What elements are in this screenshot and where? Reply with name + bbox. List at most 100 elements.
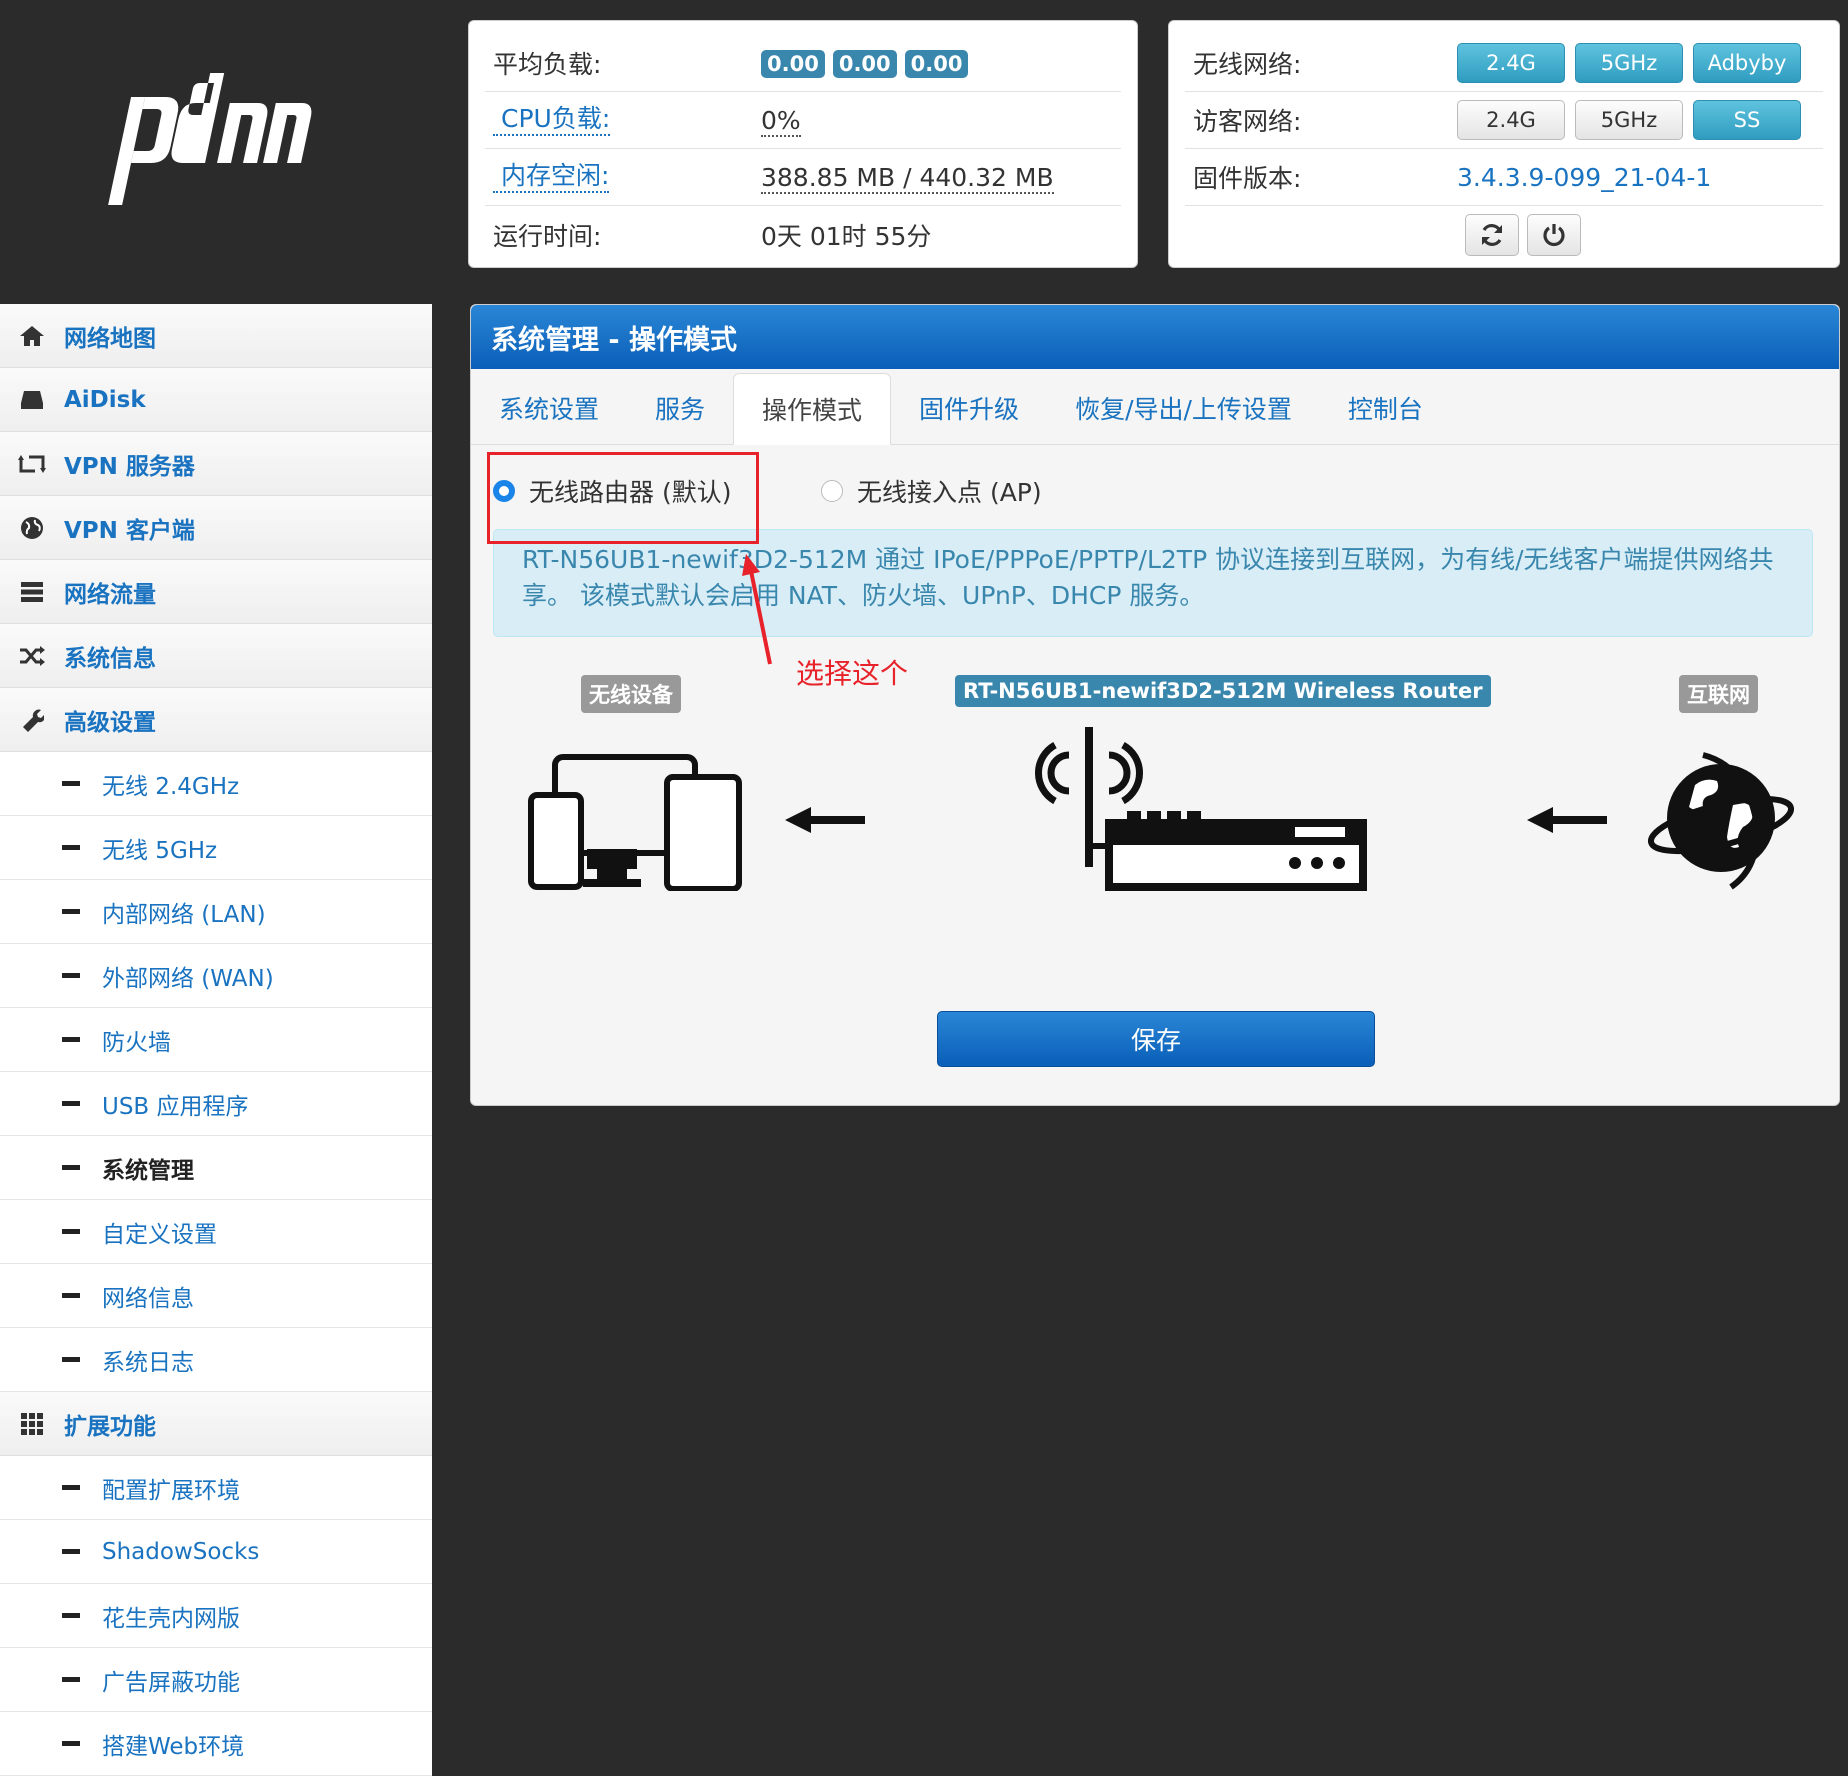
refresh-button[interactable]: [1465, 213, 1519, 256]
power-button[interactable]: [1527, 213, 1581, 256]
sidebar-item-network-map[interactable]: 网络地图: [0, 304, 432, 368]
router-tag: RT-N56UB1-newif3D2-512M Wireless Router: [955, 675, 1491, 707]
globe-icon: [0, 516, 64, 540]
wireless-5g-button[interactable]: 5GHz: [1575, 43, 1683, 83]
wrench-icon: [0, 708, 64, 732]
sidebar-sub-label: 防火墙: [102, 1029, 171, 1056]
sidebar-sub-label: 系统日志: [102, 1349, 194, 1376]
cpu-row: CPU负载: 0%: [485, 92, 1121, 149]
tab-system-settings[interactable]: 系统设置: [471, 372, 627, 444]
dash-icon: [62, 909, 80, 914]
firmware-version-link[interactable]: 3.4.3.9-099_21-04-1: [1457, 163, 1711, 192]
guest-5g-button[interactable]: 5GHz: [1575, 100, 1683, 140]
sidebar-sub-label: USB 应用程序: [102, 1093, 249, 1120]
sidebar-sub-wireless-5[interactable]: 无线 5GHz: [0, 816, 432, 880]
dash-icon: [62, 1357, 80, 1362]
tab-console[interactable]: 控制台: [1320, 372, 1451, 444]
wireless-label: 无线网络:: [1193, 50, 1302, 79]
load-row: 平均负载: 0.00 0.00 0.00: [485, 35, 1121, 92]
logo: pdcn: [100, 55, 340, 215]
status-panel: 平均负载: 0.00 0.00 0.00 CPU负载: 0% 内存空闲: 388.8…: [468, 20, 1138, 268]
cpu-link[interactable]: CPU负载:: [493, 104, 611, 136]
sidebar-item-vpn-server[interactable]: VPN 服务器: [0, 432, 432, 496]
sidebar-sub-wan[interactable]: 外部网络 (WAN): [0, 944, 432, 1008]
drive-icon: [0, 388, 64, 412]
tab-services[interactable]: 服务: [627, 372, 733, 444]
sidebar-sub-ext-env[interactable]: 配置扩展环境: [0, 1456, 432, 1520]
sidebar-sub-label: 系统管理: [102, 1157, 194, 1184]
ss-button[interactable]: SS: [1693, 100, 1801, 140]
sidebar-sub-wireless-24[interactable]: 无线 2.4GHz: [0, 752, 432, 816]
sidebar-item-system-info[interactable]: 系统信息: [0, 624, 432, 688]
dash-icon: [62, 1485, 80, 1490]
sidebar-item-label: VPN 服务器: [64, 453, 195, 480]
sidebar-sub-netinfo[interactable]: 网络信息: [0, 1264, 432, 1328]
sidebar-sub-adblock[interactable]: 广告屏蔽功能: [0, 1648, 432, 1712]
load-label: 平均负载:: [493, 50, 602, 79]
sidebar: 网络地图 AiDisk VPN 服务器 VPN 客户端 网络流量 系统信息 高级…: [0, 304, 432, 1776]
sidebar-item-label: 扩展功能: [64, 1413, 156, 1440]
dash-icon: [62, 1549, 80, 1554]
sidebar-sub-syslog[interactable]: 系统日志: [0, 1328, 432, 1392]
random-icon: [0, 645, 64, 667]
firmware-row: 固件版本: 3.4.3.9-099_21-04-1: [1185, 149, 1823, 206]
sidebar-item-aidisk[interactable]: AiDisk: [0, 368, 432, 432]
sidebar-item-traffic[interactable]: 网络流量: [0, 560, 432, 624]
devices-icon: [528, 754, 742, 891]
dash-icon: [62, 1229, 80, 1234]
retweet-icon: [0, 453, 64, 475]
tab-restore-export[interactable]: 恢复/导出/上传设置: [1047, 372, 1320, 444]
annotation-arrow-icon: [742, 554, 772, 665]
sidebar-sub-label: 广告屏蔽功能: [102, 1669, 240, 1696]
sidebar-item-label: VPN 客户端: [64, 517, 195, 544]
tab-operation-mode[interactable]: 操作模式: [733, 373, 892, 445]
guest-24g-button[interactable]: 2.4G: [1457, 100, 1565, 140]
page-title: 系统管理 - 操作模式: [471, 305, 1839, 369]
sidebar-item-extensions[interactable]: 扩展功能: [0, 1392, 432, 1456]
firmware-label: 固件版本:: [1193, 164, 1302, 193]
dash-icon: [62, 781, 80, 786]
memory-link[interactable]: 内存空闲:: [493, 161, 610, 193]
sidebar-item-label: 高级设置: [64, 709, 156, 736]
sidebar-sub-label: ShadowSocks: [102, 1538, 260, 1565]
sidebar-sub-label: 配置扩展环境: [102, 1477, 240, 1504]
sidebar-sub-custom[interactable]: 自定义设置: [0, 1200, 432, 1264]
guest-label: 访客网络:: [1193, 107, 1302, 136]
sidebar-sub-label: 外部网络 (WAN): [102, 965, 274, 992]
arrow-left-icon: [1527, 807, 1607, 833]
adbyby-button[interactable]: Adbyby: [1693, 43, 1801, 83]
tab-firmware-upgrade[interactable]: 固件升级: [891, 372, 1047, 444]
arrow-left-icon: [785, 807, 865, 833]
sidebar-sub-usb[interactable]: USB 应用程序: [0, 1072, 432, 1136]
sidebar-sub-web-env[interactable]: 搭建Web环境: [0, 1712, 432, 1776]
sidebar-sub-firewall[interactable]: 防火墙: [0, 1008, 432, 1072]
save-button[interactable]: 保存: [937, 1011, 1375, 1067]
uptime-label: 运行时间:: [493, 221, 602, 251]
logo-mark: [108, 73, 312, 205]
actions-row: [1185, 206, 1823, 263]
sidebar-sub-label: 搭建Web环境: [102, 1733, 245, 1760]
sidebar-item-vpn-client[interactable]: VPN 客户端: [0, 496, 432, 560]
wireless-24g-button[interactable]: 2.4G: [1457, 43, 1565, 83]
cpu-value: 0%: [761, 105, 801, 137]
dash-icon: [62, 1101, 80, 1106]
dash-icon: [62, 1613, 80, 1618]
internet-tag: 互联网: [1679, 675, 1758, 713]
tasks-icon: [0, 581, 64, 603]
memory-row: 内存空闲: 388.85 MB / 440.32 MB: [485, 149, 1121, 206]
highlight-box: [487, 452, 759, 544]
sidebar-sub-admin[interactable]: 系统管理: [0, 1136, 432, 1200]
main-panel: 系统管理 - 操作模式 系统设置 服务 操作模式 固件升级 恢复/导出/上传设置…: [470, 304, 1840, 1106]
sidebar-item-advanced[interactable]: 高级设置: [0, 688, 432, 752]
load-badge: 0.00: [904, 50, 969, 78]
dash-icon: [62, 1741, 80, 1746]
sidebar-sub-shadowsocks[interactable]: ShadowSocks: [0, 1520, 432, 1584]
sidebar-sub-label: 内部网络 (LAN): [102, 901, 266, 928]
radio-ap[interactable]: [821, 480, 843, 502]
sidebar-sub-phddns[interactable]: 花生壳内网版: [0, 1584, 432, 1648]
mode-description: RT-N56UB1-newif3D2-512M 通过 IPoE/PPPoE/PP…: [493, 529, 1813, 637]
sidebar-sub-lan[interactable]: 内部网络 (LAN): [0, 880, 432, 944]
sidebar-item-label: 网络流量: [64, 581, 156, 608]
radio-ap-option[interactable]: 无线接入点 (AP): [821, 473, 1042, 509]
uptime-row: 运行时间: 0天 01时 55分: [485, 206, 1121, 263]
